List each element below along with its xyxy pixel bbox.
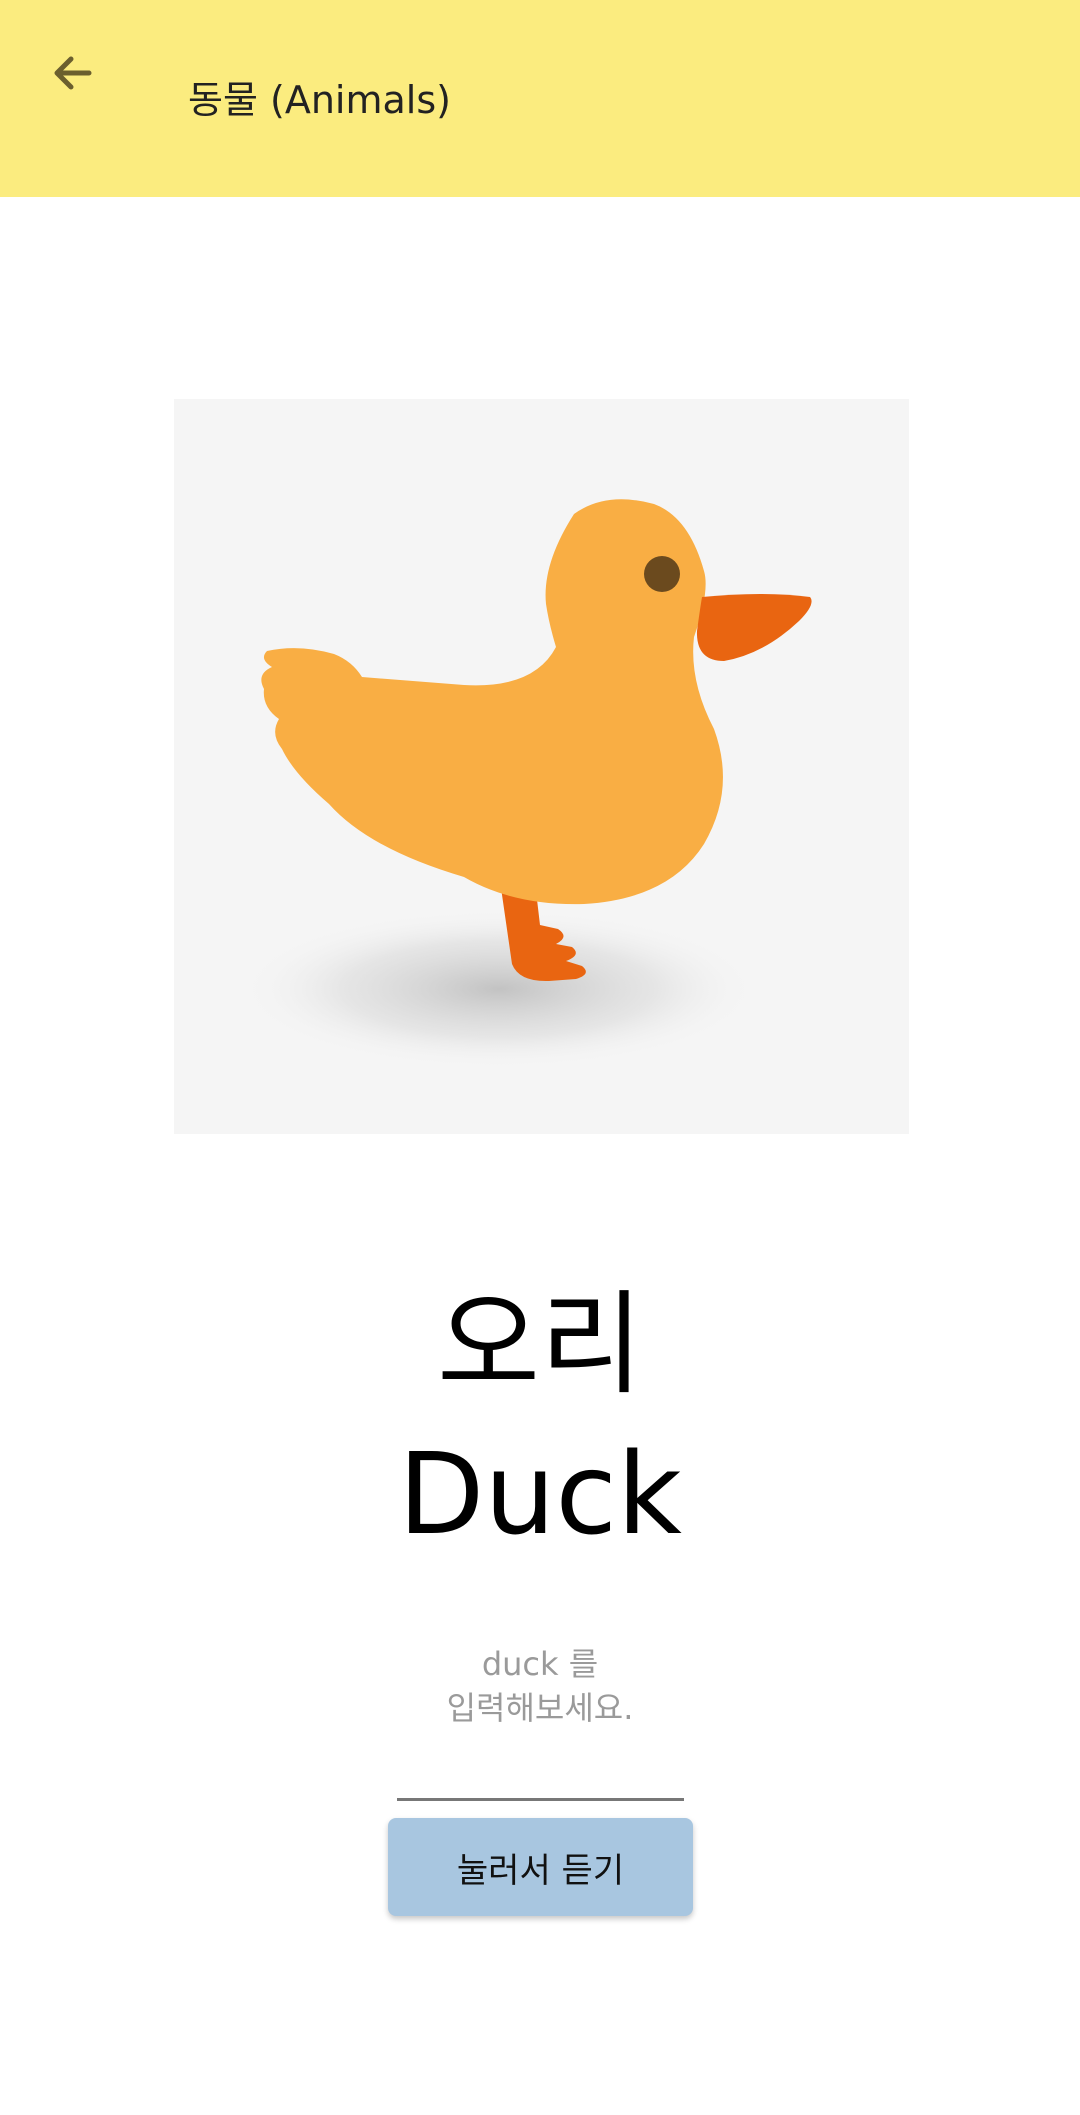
arrow-left-icon [54, 56, 92, 90]
input-hint: duck 를 입력해보세요. [0, 1642, 1080, 1730]
page-title: 동물 (Animals) [188, 78, 451, 122]
answer-input[interactable] [397, 1748, 684, 1801]
word-korean: 오리 [436, 1280, 644, 1410]
hint-line-2: 입력해보세요. [446, 1689, 634, 1727]
animal-image-card [174, 399, 909, 1134]
app-bar: 동물 (Animals) [0, 0, 1080, 197]
listen-button-label: 눌러서 듣기 [456, 1850, 625, 1891]
hint-line-1: duck 를 [481, 1645, 599, 1683]
word-english: Duck [398, 1430, 682, 1560]
listen-button[interactable]: 눌러서 듣기 [388, 1818, 693, 1916]
duck-illustration [239, 499, 812, 1069]
back-button[interactable] [28, 28, 118, 118]
